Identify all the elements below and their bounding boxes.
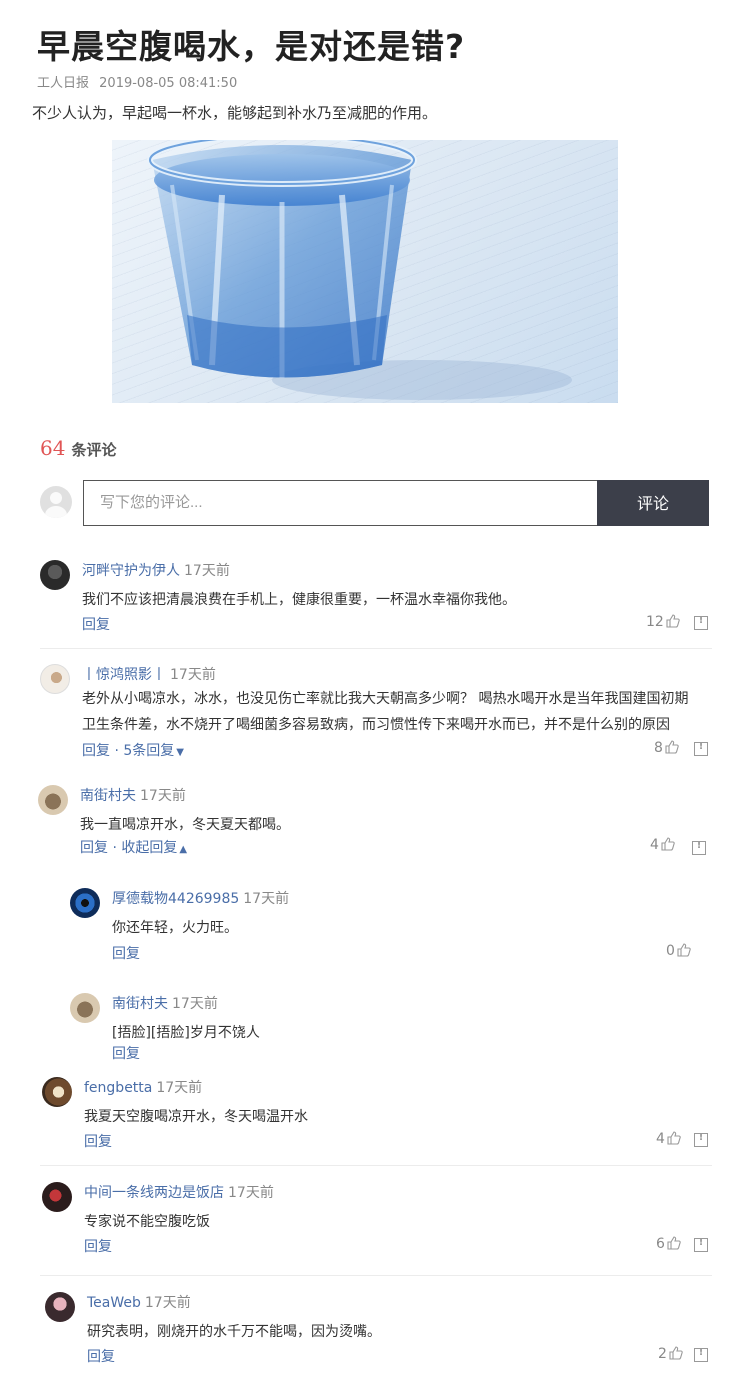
comment-author[interactable]: TeaWeb 17天前 [87,1292,191,1312]
comment-input[interactable]: 写下您的评论... [83,480,597,526]
submit-comment-button[interactable]: 评论 [597,480,709,526]
report-icon[interactable] [692,840,706,855]
thumbs-up-icon [667,1236,681,1250]
avatar[interactable] [70,993,100,1023]
like-button[interactable]: 8 [654,740,679,756]
divider [40,1275,712,1276]
comment-time: 17天前 [228,1185,274,1201]
comment-author[interactable]: fengbetta 17天前 [84,1077,202,1097]
current-user-avatar [40,486,72,518]
avatar[interactable] [42,1182,72,1212]
expand-replies-link[interactable]: 5条回复 ▼ [123,743,184,759]
comment-author[interactable]: 河畔守护为伊人 17天前 [82,560,230,580]
reply-link[interactable]: 回复 [87,1346,115,1366]
reply-link[interactable]: 回复 [112,943,140,963]
comment-item: 南街村夫 17天前 我一直喝凉开水，冬天夏天都喝。 回复 · 收起回复 ▲ 4 [38,785,710,865]
article-date: 2019-08-05 08:41:50 [99,76,238,91]
comment-time: 17天前 [170,667,216,683]
comment-time: 17天前 [144,1295,191,1311]
comment-time: 17天前 [172,996,218,1012]
reply-link[interactable]: 回复 [82,614,110,634]
reply-item: 厚德载物44269985 17天前 你还年轻，火力旺。 回复 0 [70,888,710,968]
report-icon[interactable] [694,741,708,756]
article-source: 工人日报 [37,76,90,91]
divider [40,1165,712,1166]
chevron-up-icon: ▲ [179,844,188,855]
comment-text: [捂脸][捂脸]岁月不饶人 [112,1025,260,1041]
divider [40,648,712,649]
reply-item: 南街村夫 17天前 [捂脸][捂脸]岁月不饶人 回复 [70,993,710,1063]
comment-time: 17天前 [156,1080,203,1096]
reply-link[interactable]: 回复 [82,743,110,759]
report-icon[interactable] [694,1347,708,1362]
comment-item: 河畔守护为伊人 17天前 我们不应该把清晨浪费在手机上，健康很重要，一杯温水幸福你… [40,560,712,640]
avatar[interactable] [40,560,70,590]
water-glass-image [112,140,618,403]
comment-text: 老外从小喝凉水，冰水，也没见伤亡率就比我大天朝高多少啊？ 喝热水喝开水是当年我国… [82,691,689,733]
report-icon[interactable] [694,1132,708,1147]
collapse-replies-link[interactable]: 收起回复 ▲ [121,840,187,856]
comment-text: 我们不应该把清晨浪费在手机上，健康很重要，一杯温水幸福你我他。 [82,592,516,608]
reply-link[interactable]: 回复 [112,1043,140,1063]
article-title: 早晨空腹喝水，是对还是错? [37,27,466,66]
reply-link[interactable]: 回复 [80,840,108,856]
comment-time: 17天前 [243,891,290,907]
comment-author[interactable]: 丨惊鸿照影丨 17天前 [82,664,216,684]
comment-text: 你还年轻，火力旺。 [112,920,238,936]
article-meta: 工人日报 2019-08-05 08:41:50 [37,72,237,91]
reply-link[interactable]: 回复 [84,1131,112,1151]
avatar[interactable] [70,888,100,918]
comment-author[interactable]: 南街村夫 17天前 [112,993,218,1013]
comment-item: 中间一条线两边是饭店 17天前 专家说不能空腹吃饭 回复 6 [42,1182,712,1262]
comment-count-label: 条评论 [71,441,117,459]
like-button[interactable]: 12 [646,614,680,630]
comment-count-number: 64 [40,436,66,460]
comment-text: 我一直喝凉开水，冬天夏天都喝。 [80,817,290,833]
avatar[interactable] [42,1077,72,1107]
comment-count: 64 条评论 [40,436,116,460]
thumbs-up-icon [677,943,691,957]
comment-composer: 写下您的评论... 评论 [40,480,710,526]
comment-text: 专家说不能空腹吃饭 [84,1214,210,1230]
thumbs-up-icon [667,1131,681,1145]
reply-actions: 回复 · 5条回复 ▼ [82,743,184,759]
comment-author[interactable]: 中间一条线两边是饭店 17天前 [84,1182,274,1202]
thumbs-up-icon [666,614,680,628]
avatar[interactable] [45,1292,75,1322]
comment-item: TeaWeb 17天前 研究表明，刚烧开的水千万不能喝，因为烫嘴。 回复 2 [45,1292,712,1372]
like-button[interactable]: 4 [650,837,675,853]
thumbs-up-icon [669,1346,683,1360]
like-button[interactable]: 6 [656,1236,681,1252]
like-button[interactable]: 4 [656,1131,681,1147]
like-button[interactable]: 0 [666,943,691,959]
comment-item: fengbetta 17天前 我夏天空腹喝凉开水，冬天喝温开水 回复 4 [42,1077,712,1157]
chevron-down-icon: ▼ [176,747,184,758]
comment-time: 17天前 [184,563,230,579]
reply-link[interactable]: 回复 [84,1236,112,1256]
thumbs-up-icon [661,837,675,851]
report-icon[interactable] [694,615,708,630]
reply-actions: 回复 · 收起回复 ▲ [80,840,188,856]
avatar[interactable] [38,785,68,815]
comment-author[interactable]: 厚德载物44269985 17天前 [112,888,289,908]
report-icon[interactable] [694,1237,708,1252]
comment-time: 17天前 [140,788,186,804]
comment-text: 我夏天空腹喝凉开水，冬天喝温开水 [84,1109,308,1125]
article-lead: 不少人认为，早起喝一杯水，能够起到补水乃至减肥的作用。 [32,104,438,122]
like-button[interactable]: 2 [658,1346,683,1362]
comment-author[interactable]: 南街村夫 17天前 [80,785,186,805]
comment-text: 研究表明，刚烧开的水千万不能喝，因为烫嘴。 [87,1324,381,1340]
comment-item: 丨惊鸿照影丨 17天前 老外从小喝凉水，冰水，也没见伤亡率就比我大天朝高多少啊？ … [40,664,712,764]
thumbs-up-icon [665,740,679,754]
avatar[interactable] [40,664,70,694]
